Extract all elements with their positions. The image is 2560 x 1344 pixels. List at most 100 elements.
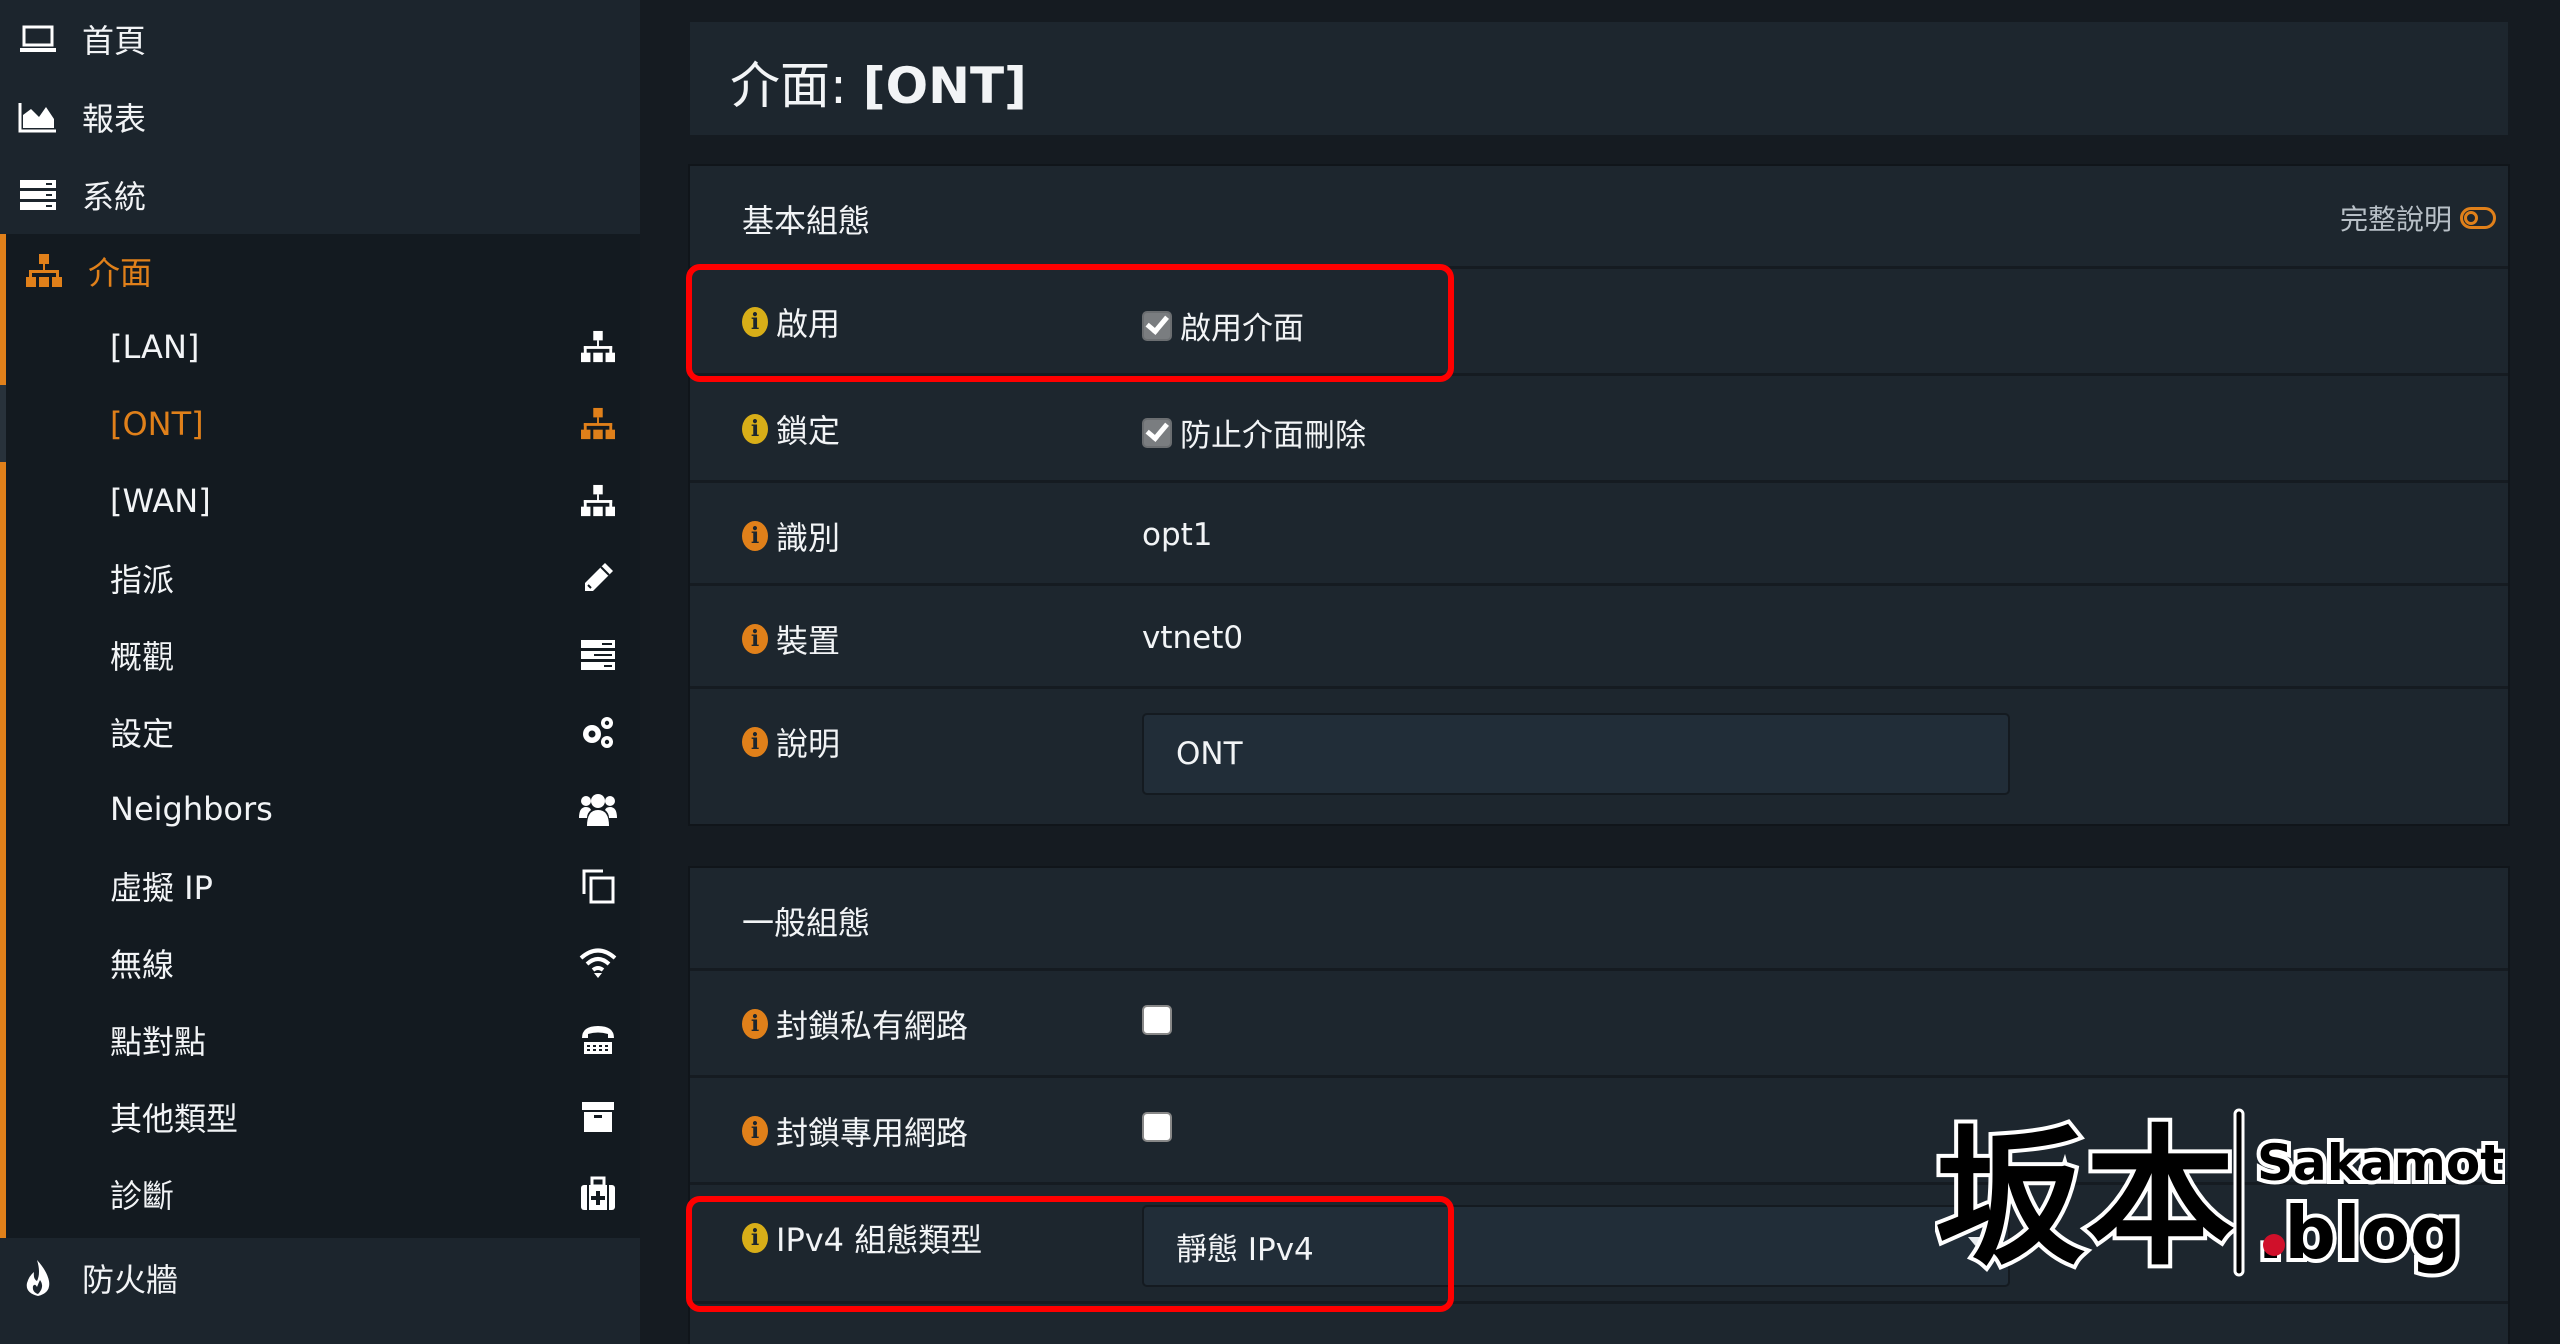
watermark-name: Sakamoto — [2257, 1134, 2505, 1192]
sidebar-subitem-label: [ONT] — [110, 404, 204, 443]
sidebar-item-label: 報表 — [82, 100, 147, 138]
sidebar-subitem-lan[interactable]: [LAN] — [6, 308, 640, 385]
row-device: i 裝置 vtnet0 — [690, 586, 2508, 689]
full-help-label: 完整說明 — [2339, 203, 2452, 236]
field-label: 裝置 — [776, 622, 841, 660]
sidebar-subitem-label: 設定 — [110, 714, 175, 753]
basic-config-panel: 基本組態 完整說明 i 啟用 啟用介面 i 鎖定 防止介面刪除 i 識別 opt1 i… — [690, 166, 2508, 824]
full-help-toggle[interactable]: 完整說明 — [2340, 198, 2496, 238]
watermark-logo: 坂本 Sakamoto .blog — [1931, 1080, 2542, 1310]
field-label: 鎖定 — [776, 412, 841, 450]
sidebar-subitem-assignments[interactable]: 指派 — [6, 539, 640, 616]
basic-config-header: 基本組態 完整說明 — [690, 166, 2508, 269]
block-private-checkbox[interactable] — [1142, 1005, 1172, 1035]
info-icon[interactable]: i — [742, 624, 768, 654]
clone-icon — [578, 866, 618, 906]
sitemap-icon — [578, 327, 618, 367]
sidebar-subitem-label: 概觀 — [110, 637, 175, 676]
general-config-header: 一般組態 — [690, 868, 2508, 971]
fire-icon — [18, 1260, 58, 1296]
watermark-divider — [2233, 1108, 2245, 1277]
device-value: vtnet0 — [1142, 620, 1244, 656]
page-title-prefix: 介面: — [730, 57, 863, 115]
sidebar-item-home[interactable]: 首頁 — [0, 0, 640, 78]
info-icon[interactable]: i — [742, 1116, 768, 1146]
watermark-domain: .blog — [2257, 1191, 2462, 1275]
sidebar-subitem-label: [LAN] — [110, 327, 200, 366]
identifier-value: opt1 — [1142, 517, 1213, 553]
info-icon[interactable]: i — [742, 414, 768, 444]
sidebar-item-system[interactable]: 系統 — [0, 156, 640, 234]
sidebar-item-label: 防火牆 — [82, 1261, 179, 1299]
sidebar-subitem-label: [WAN] — [110, 481, 211, 520]
sidebar-subitem-label: 其他類型 — [110, 1099, 239, 1138]
enable-interface-checkbox[interactable] — [1142, 310, 1172, 341]
ipv4-type-selected: 靜態 IPv4 — [1176, 1231, 1314, 1268]
sidebar-item-reports[interactable]: 報表 — [0, 78, 640, 156]
sidebar-subitem-label: 指派 — [110, 560, 175, 599]
sidebar-subitem-settings[interactable]: 設定 — [6, 693, 640, 770]
info-icon[interactable]: i — [742, 521, 768, 551]
area-chart-icon — [18, 99, 58, 135]
sitemap-icon — [578, 404, 618, 444]
row-identifier: i 識別 opt1 — [690, 483, 2508, 586]
prevent-removal-checkbox[interactable] — [1142, 417, 1172, 448]
sidebar-subitem-other-types[interactable]: 其他類型 — [6, 1078, 640, 1155]
sidebar-subitem-label: 虛擬 IP — [110, 868, 213, 907]
info-icon[interactable]: i — [742, 1009, 768, 1039]
sidebar-subitem-label: 點對點 — [110, 1022, 207, 1061]
sidebar-item-label: 首頁 — [82, 22, 147, 60]
info-icon[interactable]: i — [742, 307, 768, 337]
sidebar-item-next[interactable] — [0, 1318, 640, 1344]
section-title: 一般組態 — [742, 904, 871, 942]
wifi-icon — [578, 943, 618, 983]
sidebar-subitem-label: 無線 — [110, 945, 175, 984]
sidebar-item-firewall[interactable]: 防火牆 — [0, 1238, 640, 1318]
field-label: 封鎖私有網路 — [776, 1007, 969, 1045]
field-label: IPv4 組態類型 — [776, 1221, 983, 1259]
sidebar-subitem-virtual-ip[interactable]: 虛擬 IP — [6, 847, 640, 924]
sidebar-item-label: 介面 — [88, 254, 153, 292]
sitemap-icon — [24, 253, 64, 289]
row-block-private: i 封鎖私有網路 — [690, 971, 2508, 1078]
sidebar: 首頁 報表 系統 介面 [LAN] [ONT] [WAN] 指派 概觀 設定 N… — [0, 0, 646, 1344]
watermark-dot — [2263, 1234, 2285, 1256]
row-lock: i 鎖定 防止介面刪除 — [690, 376, 2508, 483]
server-icon — [18, 177, 58, 213]
pencil-icon — [578, 558, 618, 598]
page-title-name: [ONT] — [862, 57, 1027, 115]
checkbox-label[interactable]: 防止介面刪除 — [1180, 410, 1366, 455]
sidebar-subitem-wireless[interactable]: 無線 — [6, 924, 640, 1001]
interfaces-submenu: [LAN] [ONT] [WAN] 指派 概觀 設定 Neighbors 虛擬 … — [0, 308, 640, 1238]
cogs-icon — [578, 712, 618, 752]
toggle-off-icon[interactable] — [2460, 207, 2496, 229]
info-icon[interactable]: i — [742, 1223, 768, 1253]
tasks-icon — [578, 635, 618, 675]
page-title: 介面: [ONT] — [730, 46, 1027, 118]
users-icon — [578, 789, 618, 829]
archive-icon — [578, 1097, 618, 1137]
sidebar-subitem-ont[interactable]: [ONT] — [6, 385, 640, 462]
phone-icon — [578, 1020, 618, 1060]
sidebar-subitem-overview[interactable]: 概觀 — [6, 616, 640, 693]
page-header: 介面: [ONT] — [690, 22, 2508, 135]
info-icon[interactable]: i — [742, 727, 768, 757]
sidebar-item-label: 系統 — [82, 178, 147, 216]
field-label: 啟用 — [776, 305, 841, 343]
description-input[interactable]: ONT — [1142, 713, 2010, 795]
field-label: 封鎖專用網路 — [776, 1114, 969, 1152]
sidebar-subitem-neighbors[interactable]: Neighbors — [6, 770, 640, 847]
sidebar-subitem-point-to-point[interactable]: 點對點 — [6, 1001, 640, 1078]
description-input-value: ONT — [1176, 736, 1243, 772]
checkbox-label[interactable]: 啟用介面 — [1180, 303, 1304, 348]
sidebar-item-interfaces[interactable]: 介面 — [0, 234, 646, 308]
sidebar-subitem-wan[interactable]: [WAN] — [6, 462, 640, 539]
laptop-icon — [18, 21, 58, 57]
field-label: 說明 — [776, 725, 841, 763]
block-bogon-checkbox[interactable] — [1142, 1112, 1172, 1142]
ipv4-type-select[interactable]: 靜態 IPv4 — [1142, 1205, 2010, 1287]
sidebar-subitem-diagnostics[interactable]: 診斷 — [6, 1155, 640, 1232]
sitemap-icon — [578, 481, 618, 521]
medkit-icon — [578, 1174, 618, 1214]
field-label: 識別 — [776, 519, 841, 557]
